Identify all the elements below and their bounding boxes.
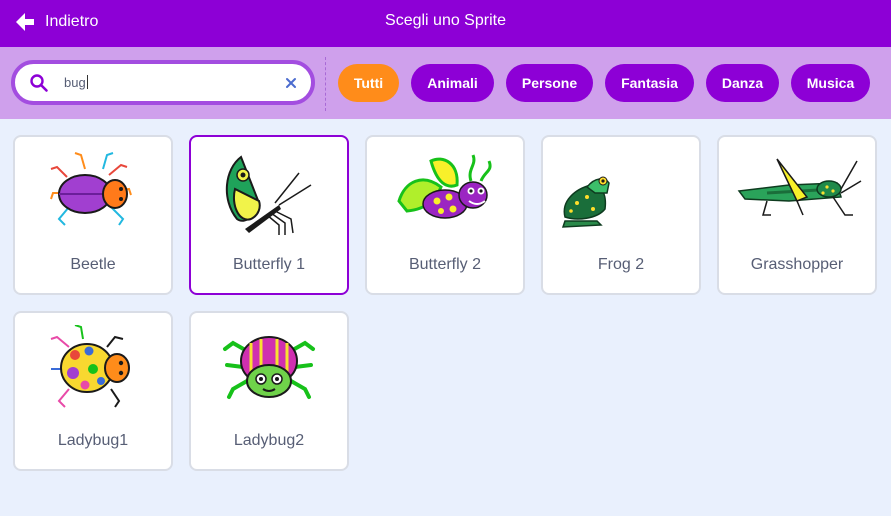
tag-tutti[interactable]: Tutti <box>338 64 399 102</box>
butterfly-icon <box>397 154 492 219</box>
sprite-card-butterfly-1[interactable]: Butterfly 1 <box>189 135 349 295</box>
frog-icon <box>561 176 610 228</box>
search-input[interactable]: bug <box>64 75 285 90</box>
tag-animali[interactable]: Animali <box>411 64 494 102</box>
grasshopper-icon <box>737 158 862 216</box>
divider <box>325 57 326 111</box>
ladybug-icon <box>50 325 130 408</box>
beetle-icon <box>50 152 132 226</box>
tag-musica[interactable]: Musica <box>791 64 870 102</box>
clear-icon[interactable] <box>285 77 297 89</box>
sprite-name: Butterfly 2 <box>408 256 482 273</box>
sprite-card-ladybug2[interactable]: Ladybug2 <box>189 311 349 471</box>
tag-fantasia[interactable]: Fantasia <box>605 64 694 102</box>
sprite-name: Beetle <box>70 256 116 273</box>
search-field[interactable]: bug <box>11 60 315 105</box>
sprite-name: Butterfly 1 <box>232 256 306 273</box>
tag-persone[interactable]: Persone <box>506 64 593 102</box>
search-icon <box>30 73 48 92</box>
sprite-card-ladybug1[interactable]: Ladybug1 <box>13 311 173 471</box>
filter-bar: bug Tutti Animali Persone Fantasia Danza… <box>0 47 891 119</box>
sprite-name: Ladybug1 <box>57 432 129 449</box>
tag-danza[interactable]: Danza <box>706 64 779 102</box>
sprite-name: Frog 2 <box>597 256 645 273</box>
butterfly-icon <box>225 155 312 235</box>
page-title: Scegli uno Sprite <box>385 12 506 29</box>
sprite-card-butterfly-2[interactable]: Butterfly 2 <box>365 135 525 295</box>
header-bar: Indietro Scegli uno Sprite <box>0 0 891 47</box>
sprite-name: Ladybug2 <box>233 432 305 449</box>
sprite-card-grasshopper[interactable]: Grasshopper <box>717 135 877 295</box>
sprite-card-frog-2[interactable]: Frog 2 <box>541 135 701 295</box>
ladybug-icon <box>223 336 315 399</box>
sprite-card-beetle[interactable]: Beetle <box>13 135 173 295</box>
sprite-name: Grasshopper <box>750 256 844 273</box>
